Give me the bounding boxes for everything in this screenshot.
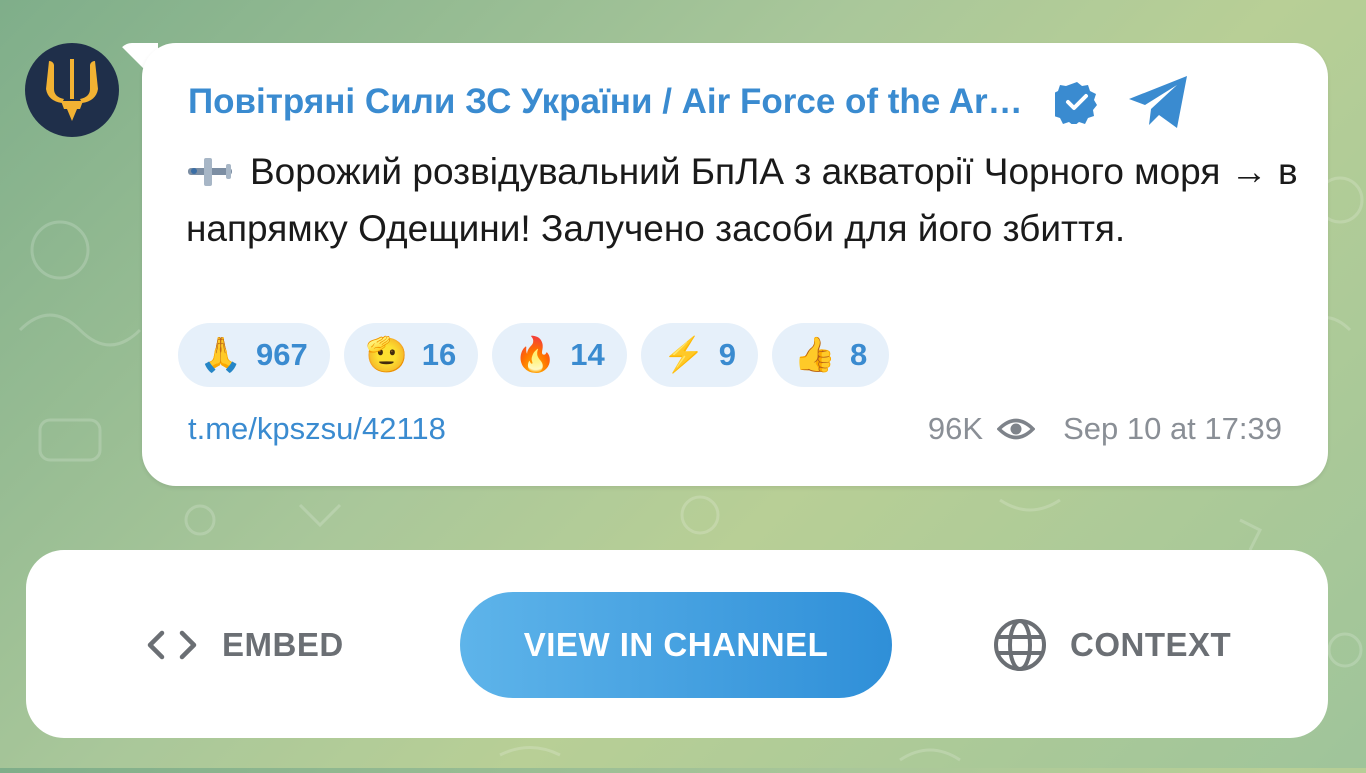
context-button[interactable]: CONTEXT [992, 592, 1231, 698]
code-brackets-icon [147, 630, 197, 660]
message-bubble: Повітряні Сили ЗС України / Air Force of… [142, 43, 1328, 486]
verified-badge-icon [1054, 82, 1097, 124]
eye-icon [997, 418, 1036, 440]
reaction-thumbs-up[interactable]: 👍 8 [771, 323, 890, 387]
message-body: Ворожий розвідувальний БпЛА з акваторії … [186, 143, 1306, 257]
reactions-bar: 🙏 967 🫡 16 🔥 14 ⚡ 9 👍 8 [178, 323, 890, 387]
reaction-salute[interactable]: 🫡 16 [343, 323, 479, 387]
reaction-count: 16 [421, 337, 457, 372]
post-link[interactable]: t.me/kpszsu/42118 [188, 411, 446, 447]
message-stats: 96K Sep 10 at 17:39 [928, 411, 1282, 447]
embed-label: EMBED [222, 626, 344, 663]
view-in-channel-label: VIEW IN CHANNEL [523, 626, 829, 663]
embed-button[interactable]: EMBED [146, 592, 344, 698]
context-label: CONTEXT [1070, 626, 1232, 663]
telegram-icon[interactable] [1127, 73, 1191, 131]
message-header: Повітряні Сили ЗС України / Air Force of… [188, 76, 1284, 128]
reaction-lightning[interactable]: ⚡ 9 [640, 323, 758, 387]
trident-icon [46, 59, 98, 121]
message-text: Ворожий розвідувальний БпЛА з акваторії … [186, 151, 1298, 249]
airplane-emoji [188, 158, 232, 186]
message-timestamp: Sep 10 at 17:39 [1063, 411, 1282, 446]
view-in-channel-button[interactable]: VIEW IN CHANNEL [460, 592, 892, 698]
message-meta: t.me/kpszsu/42118 96K Sep 10 at 17:39 [188, 405, 1282, 453]
channel-avatar[interactable] [25, 43, 119, 137]
channel-name[interactable]: Повітряні Сили ЗС України / Air Force of… [188, 82, 1023, 122]
globe-icon [994, 619, 1046, 671]
folded-hands-emoji: 🙏 [199, 336, 243, 374]
reaction-count: 8 [849, 337, 868, 372]
salute-emoji: 🫡 [365, 336, 408, 374]
reaction-folded-hands[interactable]: 🙏 967 [178, 323, 330, 387]
view-count: 96K [927, 411, 984, 446]
action-panel: EMBED VIEW IN CHANNEL CONTEXT [26, 550, 1328, 738]
reaction-count: 967 [256, 337, 308, 372]
lightning-emoji: ⚡ [662, 336, 705, 374]
reaction-count: 9 [718, 337, 736, 372]
reaction-count: 14 [570, 337, 605, 372]
thumbs-up-emoji: 👍 [793, 336, 837, 374]
reaction-fire[interactable]: 🔥 14 [492, 323, 627, 387]
fire-emoji: 🔥 [514, 336, 557, 374]
